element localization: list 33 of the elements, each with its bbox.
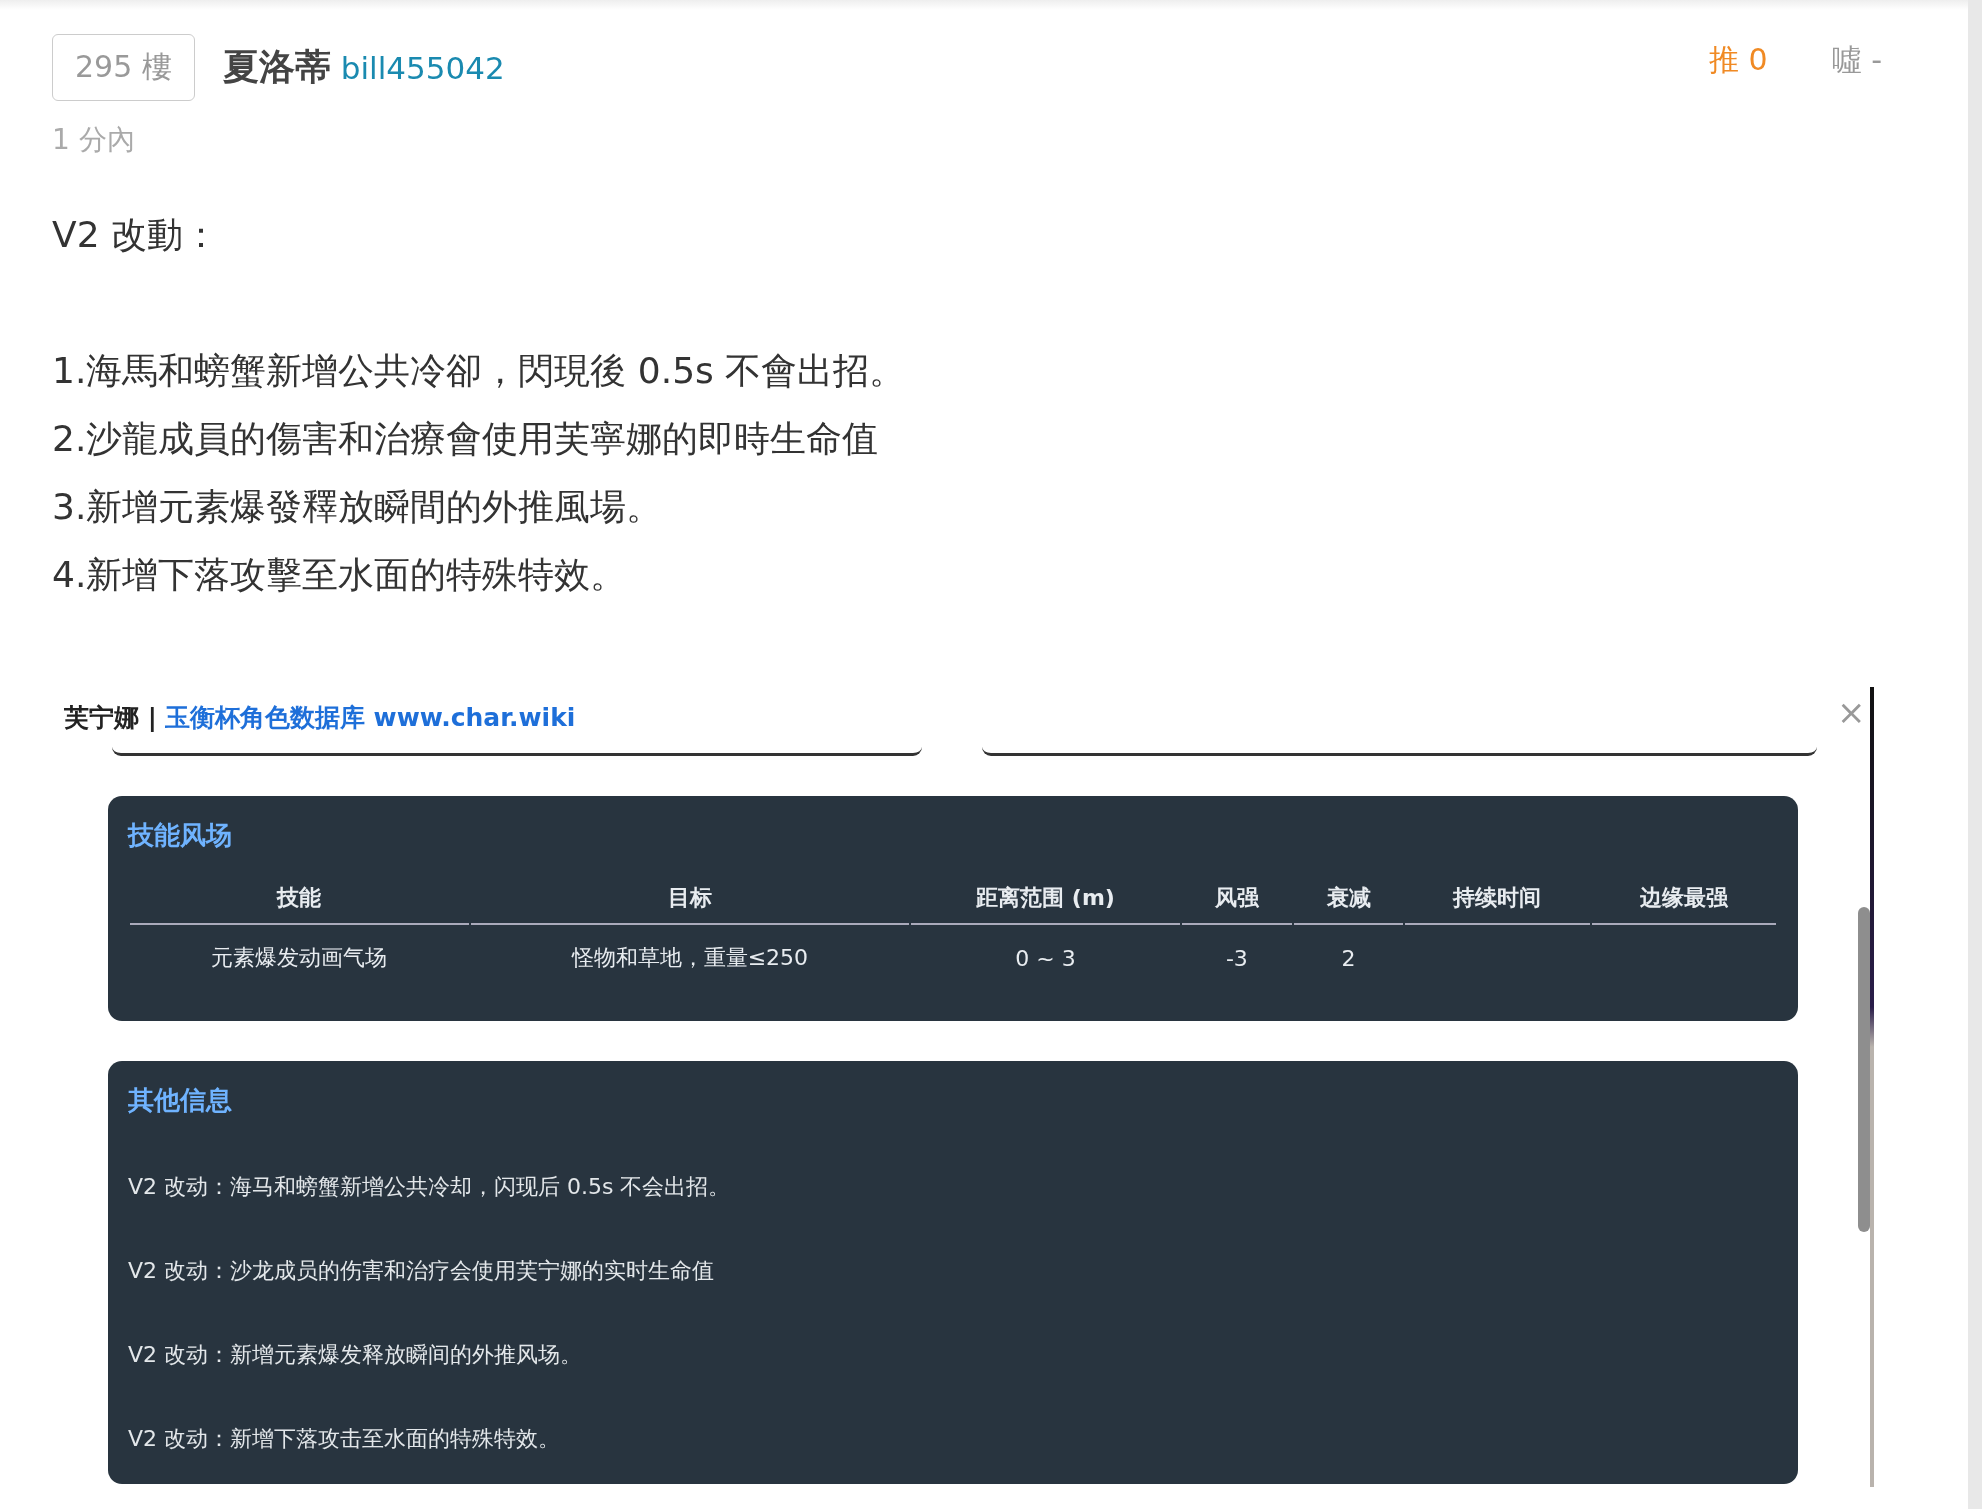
post-text-line: 3.新增元素爆發釋放瞬間的外推風場。: [52, 485, 664, 529]
info-text: V2 改动：海马和螃蟹新增公共冷却，闪现后 0.5s 不会出招。: [128, 1173, 732, 1201]
column-header: 衰减: [1293, 873, 1404, 925]
column-header: 边缘最强: [1591, 873, 1776, 925]
column-header: 持续时间: [1405, 873, 1590, 925]
table-cell-text: 元素爆发动画气场: [210, 944, 389, 972]
info-text: V2 改动：新增下落攻击至水面的特殊特效。: [128, 1425, 562, 1453]
info-text: V2 改动：新增元素爆发释放瞬间的外推风场。: [128, 1341, 584, 1369]
boo-count[interactable]: 噓 -: [1831, 40, 1882, 81]
author-id-link[interactable]: bill455042: [340, 49, 505, 86]
table-cell-text: 0 ~ 3: [1014, 944, 1077, 973]
column-header: 风强: [1182, 873, 1292, 925]
column-header: 距离范围 (m): [911, 873, 1181, 925]
character-name: 芙宁娜 |: [64, 701, 157, 734]
post-text-line: 4.新增下落攻擊至水面的特殊特效。: [52, 553, 628, 597]
author-name: 夏洛蒂: [222, 45, 331, 89]
card-title: 其他信息: [128, 1084, 233, 1117]
table-cell-text: 怪物和草地，重量≤250: [570, 944, 810, 972]
card-title: 技能风场: [128, 819, 233, 852]
table-cell-text: 2: [1340, 944, 1357, 973]
column-header: 技能: [130, 873, 469, 925]
post-text-line: 2.沙龍成員的傷害和治療會使用芙寧娜的即時生命值: [52, 417, 880, 461]
post-time: 1 分內: [52, 122, 136, 158]
column-header: 目标: [470, 873, 910, 925]
push-count[interactable]: 推 0: [1709, 40, 1768, 81]
post-heading: V2 改動：: [52, 213, 220, 257]
close-icon[interactable]: ×: [1837, 695, 1866, 729]
floor-number: 295 樓: [52, 34, 195, 101]
info-text: V2 改动：沙龙成员的伤害和治疗会使用芙宁娜的实时生命值: [128, 1257, 716, 1285]
post-text-line: 1.海馬和螃蟹新增公共冷卻，閃現後 0.5s 不會出招。: [52, 349, 907, 393]
inner-scrollbar-thumb[interactable]: [1858, 907, 1870, 1232]
table-cell-text: -3: [1224, 944, 1249, 973]
database-link[interactable]: 玉衡杯角色数据库 www.char.wiki: [164, 700, 576, 734]
